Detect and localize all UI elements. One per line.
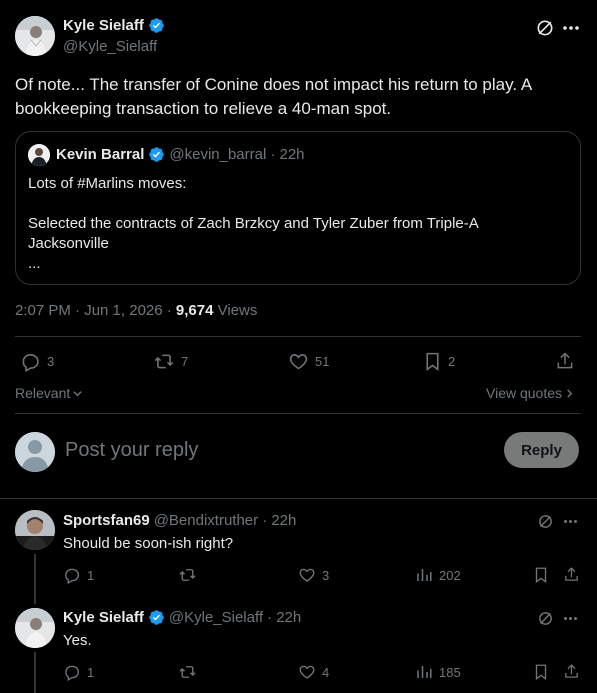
view-quotes-link[interactable]: View quotes xyxy=(486,385,574,401)
like-count: 3 xyxy=(322,567,330,583)
reply-time[interactable]: · 22h xyxy=(262,512,296,529)
reply-count: 3 xyxy=(47,354,55,369)
author-handle[interactable]: @Kyle_Sielaff xyxy=(63,38,157,55)
quote-line-1: Lots of #Marlins moves: xyxy=(28,175,187,192)
quote-line-2: Selected the contracts of Zach Brzkcy an… xyxy=(28,215,478,252)
reply-action[interactable]: 1 xyxy=(63,566,94,584)
reply-author-handle[interactable]: @Kyle_Sielaff xyxy=(169,609,263,626)
quoted-post[interactable]: Kevin Barral @kevin_barral · 22h Lots of… xyxy=(15,131,581,285)
views-count: 185 xyxy=(439,664,461,680)
reply-input[interactable]: Post your reply xyxy=(65,439,198,462)
bookmark-icon xyxy=(423,351,442,372)
views-action[interactable]: 202 xyxy=(415,566,461,584)
share-icon[interactable] xyxy=(563,663,580,680)
sort-dropdown[interactable]: Relevant xyxy=(15,385,83,401)
share-icon[interactable] xyxy=(555,351,575,371)
heart-icon xyxy=(288,351,309,372)
grok-icon[interactable] xyxy=(535,18,555,38)
views-action[interactable]: 185 xyxy=(415,663,461,681)
reply-count: 1 xyxy=(87,567,95,583)
post-meta: 2:07 PM · Jun 1, 2026 · 9,674 Views xyxy=(15,302,257,319)
reply-button-label: Reply xyxy=(521,441,562,459)
reply-icon xyxy=(63,566,81,584)
view-quotes-label: View quotes xyxy=(486,385,563,401)
quote-author-handle: @kevin_barral xyxy=(169,146,267,163)
analytics-icon xyxy=(415,663,433,681)
sort-label: Relevant xyxy=(15,385,71,401)
reply-author-handle[interactable]: @Bendixtruther xyxy=(154,512,258,529)
views-count: 9,674 xyxy=(175,302,214,319)
verified-badge-icon xyxy=(148,609,165,626)
bookmark-count: 2 xyxy=(448,354,456,369)
reply-count: 1 xyxy=(87,664,95,680)
chevron-down-icon xyxy=(72,388,83,399)
more-options-icon[interactable] xyxy=(562,25,580,31)
repost-action[interactable]: 7 xyxy=(153,351,188,372)
post-text: Of note... The transfer of Conine does n… xyxy=(15,75,532,118)
reply-button[interactable]: Reply xyxy=(504,432,579,468)
heart-icon xyxy=(298,566,316,584)
quote-time: · 22h xyxy=(270,146,305,163)
more-options-icon[interactable] xyxy=(563,519,578,524)
reply-text: Yes. xyxy=(63,632,92,649)
like-action[interactable]: 4 xyxy=(298,663,329,681)
like-action[interactable]: 51 xyxy=(288,351,329,372)
like-action[interactable]: 3 xyxy=(298,566,329,584)
composer-avatar xyxy=(15,432,55,472)
reply-action[interactable]: 3 xyxy=(20,351,54,372)
bookmark-action[interactable]: 2 xyxy=(423,351,455,372)
author-name[interactable]: Kyle Sielaff xyxy=(63,17,144,34)
reply-icon xyxy=(63,663,81,681)
bookmark-icon[interactable] xyxy=(533,566,549,584)
reply-author-name[interactable]: Kyle Sielaff xyxy=(63,609,144,626)
chevron-right-icon xyxy=(565,388,574,399)
verified-badge-icon xyxy=(148,17,165,34)
avatar[interactable] xyxy=(15,16,55,56)
grok-icon[interactable] xyxy=(537,610,554,627)
reply-icon xyxy=(20,351,41,372)
reply-text: Should be soon-ish right? xyxy=(63,535,234,552)
analytics-icon xyxy=(415,566,433,584)
avatar[interactable] xyxy=(15,510,55,550)
timestamp[interactable]: 2:07 PM · Jun 1, 2026 · xyxy=(15,302,176,319)
grok-icon[interactable] xyxy=(537,513,554,530)
reply-action[interactable]: 1 xyxy=(63,663,94,681)
repost-icon xyxy=(178,663,197,681)
reply-time[interactable]: · 22h xyxy=(267,609,301,626)
quote-avatar xyxy=(28,144,50,166)
repost-action[interactable] xyxy=(178,566,203,584)
avatar[interactable] xyxy=(15,608,55,648)
like-count: 51 xyxy=(315,354,330,369)
more-options-icon[interactable] xyxy=(563,616,578,621)
person-photo xyxy=(15,16,55,56)
quote-line-3: ... xyxy=(28,255,41,272)
repost-icon xyxy=(153,351,175,372)
bookmark-icon[interactable] xyxy=(533,663,549,681)
verified-badge-icon xyxy=(148,146,165,163)
views-label: Views xyxy=(213,302,258,319)
views-count: 202 xyxy=(439,567,461,583)
heart-icon xyxy=(298,663,316,681)
repost-action[interactable] xyxy=(178,663,203,681)
quote-author-name: Kevin Barral xyxy=(56,146,145,163)
share-icon[interactable] xyxy=(563,566,580,583)
like-count: 4 xyxy=(322,664,330,680)
repost-icon xyxy=(178,566,197,584)
reply-author-name[interactable]: Sportsfan69 xyxy=(63,512,150,529)
repost-count: 7 xyxy=(181,354,189,369)
